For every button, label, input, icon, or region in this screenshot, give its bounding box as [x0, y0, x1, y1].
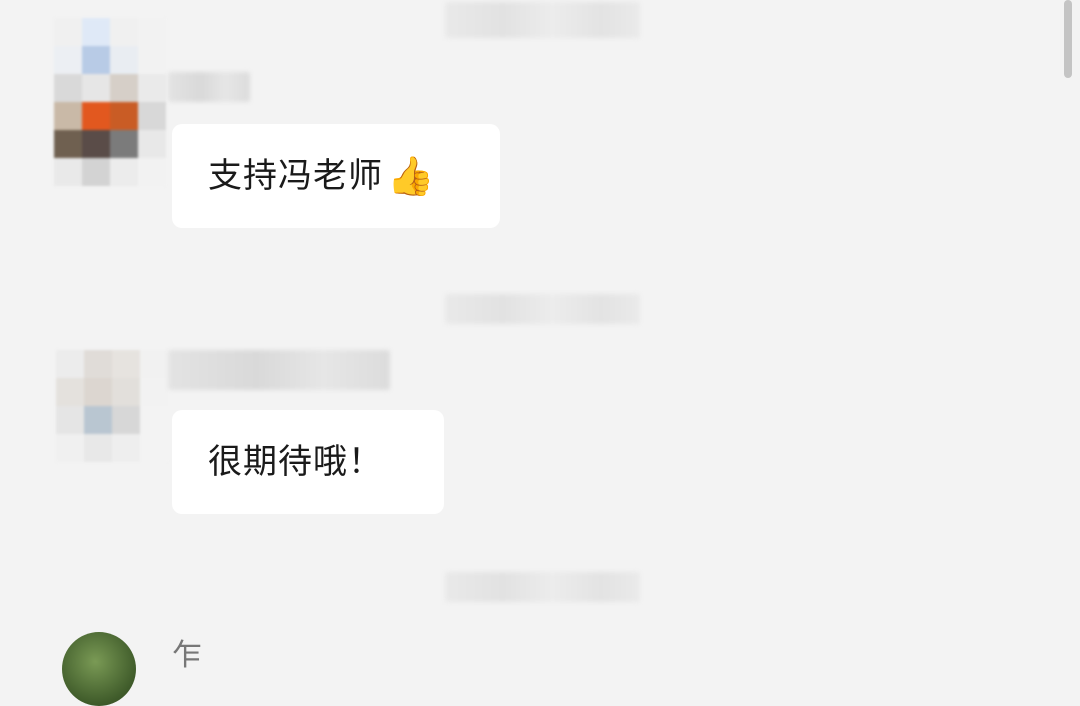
sender-name: 乍: [172, 638, 202, 673]
message-text: 很期待哦！: [208, 442, 383, 482]
scrollbar[interactable]: [1064, 0, 1072, 78]
chat-message-list[interactable]: 支持冯老师 👍 很期待哦！ 乍: [0, 0, 1080, 706]
message-bubble[interactable]: 支持冯老师 👍: [172, 124, 500, 228]
message-text: 支持冯老师: [208, 156, 383, 196]
blurred-timestamp: [445, 2, 640, 38]
avatar[interactable]: [54, 18, 166, 186]
blurred-sender-name: [168, 72, 250, 102]
thumbs-up-icon: 👍: [387, 154, 436, 198]
avatar[interactable]: [56, 350, 168, 462]
blurred-timestamp: [445, 572, 640, 602]
blurred-sender-name: [168, 350, 390, 390]
avatar[interactable]: [62, 632, 136, 706]
message-bubble[interactable]: 很期待哦！: [172, 410, 444, 514]
blurred-timestamp: [445, 294, 640, 324]
